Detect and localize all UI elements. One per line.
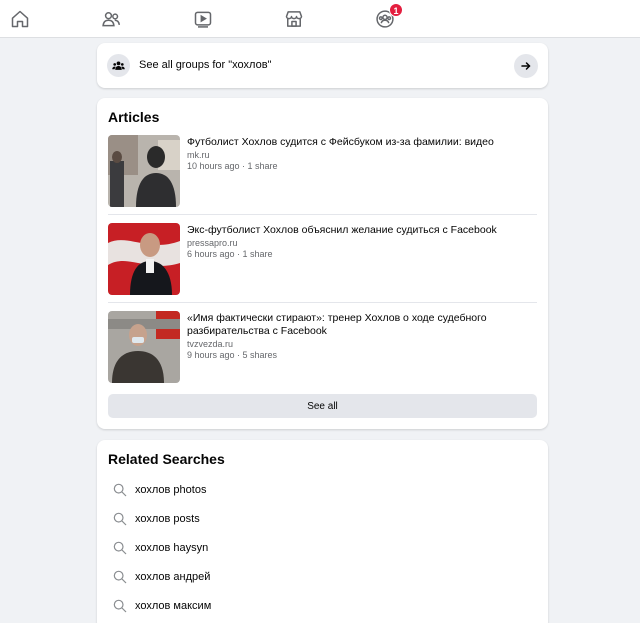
top-navigation-bar: 1 — [0, 0, 640, 38]
articles-heading: Articles — [108, 109, 160, 125]
see-all-groups-link[interactable]: See all groups for "хохлов" — [97, 43, 548, 88]
related-search-label: хохлов максим — [135, 600, 212, 612]
search-icon — [113, 512, 127, 526]
article-source: tvzvezda.ru — [187, 339, 234, 349]
article-thumbnail — [108, 311, 180, 383]
related-search-item[interactable]: хохлов андрей — [112, 567, 412, 587]
search-icon — [113, 483, 127, 497]
articles-section: Articles Футболист Хохлов судится с Фейс… — [97, 98, 548, 429]
article-item[interactable]: Футболист Хохлов судится с Фейсбуком из-… — [108, 135, 538, 207]
groups-icon — [107, 54, 130, 77]
related-search-item[interactable]: хохлов haysyn — [112, 538, 412, 558]
home-icon[interactable] — [7, 6, 33, 32]
related-search-label: хохлов posts — [135, 513, 200, 525]
article-title: Экс-футболист Хохлов объяснил желание су… — [187, 224, 497, 236]
search-icon — [113, 599, 127, 613]
friends-icon[interactable] — [98, 6, 124, 32]
article-title: «Имя фактически стирают»: тренер Хохлов … — [187, 312, 487, 337]
search-icon — [113, 570, 127, 584]
article-item[interactable]: «Имя фактически стирают»: тренер Хохлов … — [108, 311, 538, 383]
related-search-label: хохлов haysyn — [135, 542, 209, 554]
related-search-label: хохлов photos — [135, 484, 207, 496]
watch-icon[interactable] — [190, 6, 216, 32]
notification-badge: 1 — [389, 3, 403, 17]
related-searches-section: Related Searches хохлов photos хохлов po… — [97, 440, 548, 623]
related-search-label: хохлов андрей — [135, 571, 211, 583]
see-all-groups-label: See all groups for "хохлов" — [139, 59, 272, 71]
related-search-item[interactable]: хохлов photos — [112, 480, 412, 500]
search-icon — [113, 541, 127, 555]
divider — [108, 302, 537, 303]
article-meta: 10 hours ago · 1 share — [187, 161, 278, 171]
see-all-button[interactable]: See all — [108, 394, 537, 418]
divider — [108, 214, 537, 215]
article-source: pressapro.ru — [187, 238, 238, 248]
article-item[interactable]: Экс-футболист Хохлов объяснил желание су… — [108, 223, 538, 295]
article-title: Футболист Хохлов судится с Фейсбуком из-… — [187, 136, 494, 148]
groups-nav-item[interactable]: 1 — [372, 3, 403, 32]
related-search-item[interactable]: хохлов posts — [112, 509, 412, 529]
article-meta: 9 hours ago · 5 shares — [187, 350, 278, 360]
related-searches-heading: Related Searches — [108, 451, 225, 467]
article-meta: 6 hours ago · 1 share — [187, 249, 273, 259]
marketplace-icon[interactable] — [281, 6, 307, 32]
related-search-item[interactable]: хохлов максим — [112, 596, 412, 616]
article-thumbnail — [108, 135, 180, 207]
article-source: mk.ru — [187, 150, 210, 160]
article-thumbnail — [108, 223, 180, 295]
arrow-right-icon[interactable] — [514, 54, 538, 78]
